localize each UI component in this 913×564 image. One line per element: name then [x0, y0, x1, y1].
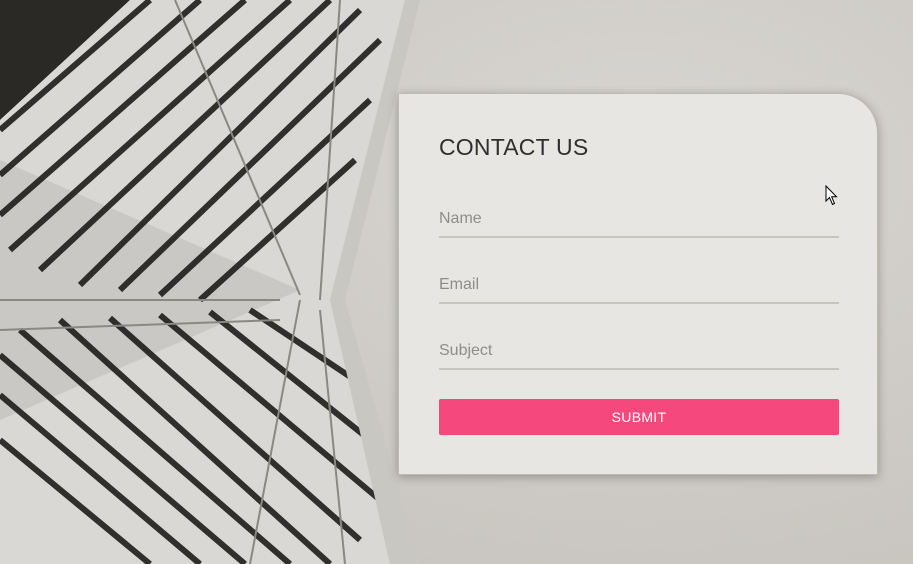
submit-button[interactable]: SUBMIT	[439, 399, 839, 435]
form-title: CONTACT US	[439, 134, 589, 160]
email-input[interactable]	[439, 268, 839, 304]
name-input[interactable]	[439, 202, 839, 238]
mouse-cursor-icon	[825, 185, 838, 206]
contact-form-card: CONTACT US SUBMIT	[398, 93, 878, 475]
subject-input[interactable]	[439, 334, 839, 370]
